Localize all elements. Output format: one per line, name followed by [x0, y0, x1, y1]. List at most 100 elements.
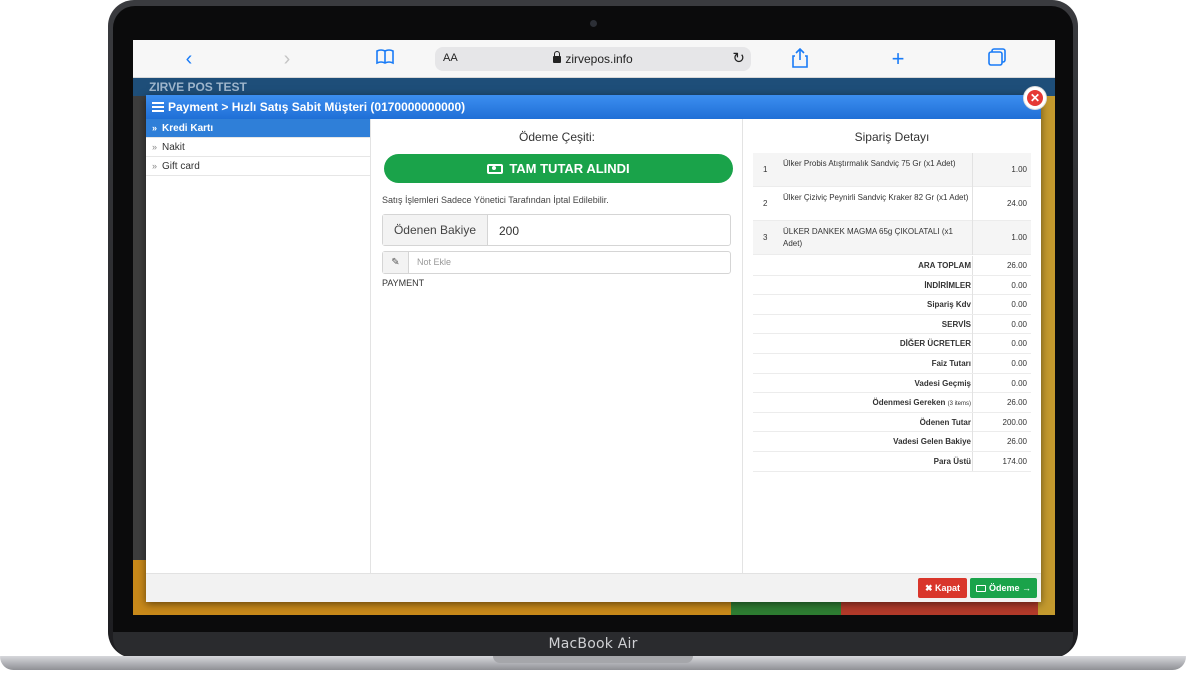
total-row: İNDİRİMLER 0.00	[753, 275, 1031, 296]
total-value: 0.00	[1011, 319, 1027, 329]
order-totals: ARA TOPLAM 26.00 İNDİRİMLER 0.00 Sipariş K…	[753, 256, 1031, 472]
sidebar-item-label: Gift card	[162, 161, 200, 172]
item-qty: 1.00	[1011, 233, 1027, 242]
total-label: Sipariş Kdv	[926, 300, 971, 310]
sidebar-item-gift-card[interactable]: » Gift card	[146, 157, 370, 176]
background-strip-left	[133, 560, 147, 615]
order-detail-panel: Sipariş Detayı 1 Ülker Probis Atıştırmal…	[743, 119, 1041, 573]
payment-methods-sidebar: » Kredi Kartı » Nakit » Gift card	[146, 119, 371, 573]
note-field: ✎ Not Ekle	[382, 251, 731, 274]
total-value: 174.00	[1002, 456, 1027, 466]
modal-title: Payment > Hızlı Satış Sabit Müşteri (017…	[168, 100, 466, 114]
total-row: Ödenmesi Gereken (3 items) 26.00	[753, 393, 1031, 413]
item-name: ÜLKER DANKEK MAGMA 65g ÇIKOLATALI (x1 Ad…	[783, 227, 953, 248]
share-icon[interactable]	[789, 47, 811, 70]
total-value: 26.00	[1006, 437, 1027, 447]
full-amount-label: TAM TUTAR ALINDI	[509, 161, 630, 176]
total-value: 0.00	[1011, 280, 1027, 290]
laptop-notch	[493, 656, 693, 663]
order-item-row: 1 Ülker Probis Atıştırmalık Sandviç 75 G…	[753, 153, 1031, 187]
modal-footer: ✖ Kapat Ödeme →	[146, 573, 1041, 602]
item-number: 1	[763, 165, 768, 174]
order-item-row: 2 Ülker Çiziviç Peynirli Sandviç Kraker …	[753, 187, 1031, 221]
total-row: ARA TOPLAM 26.00	[753, 256, 1031, 276]
total-label: İNDİRİMLER	[924, 280, 971, 290]
total-label: ARA TOPLAM	[918, 261, 971, 270]
item-qty: 1.00	[1011, 165, 1027, 174]
url-text: zirvepos.info	[435, 51, 751, 66]
camera	[590, 20, 597, 27]
cancel-notice: Satış İşlemleri Sadece Yönetici Tarafınd…	[382, 195, 609, 205]
total-label: DİĞER ÜCRETLER	[899, 339, 971, 349]
item-number: 2	[763, 199, 768, 208]
total-label: Para Üstü	[933, 456, 971, 466]
item-number: 3	[763, 233, 768, 242]
pencil-icon: ✎	[383, 252, 409, 273]
background-app-header	[133, 78, 1055, 96]
address-bar[interactable]: AA zirvepos.info ↻	[435, 47, 751, 71]
tabs-icon[interactable]	[986, 48, 1008, 70]
total-label: Vadesi Geçmiş	[914, 378, 971, 388]
sidebar-item-nakit[interactable]: » Nakit	[146, 138, 370, 157]
close-button[interactable]: ✖ Kapat	[918, 578, 967, 598]
total-row: Faiz Tutarı 0.00	[753, 353, 1031, 374]
balance-field: Ödenen Bakiye 200	[382, 214, 731, 246]
money-icon	[487, 164, 504, 174]
total-row: Sipariş Kdv 0.00	[753, 295, 1031, 315]
item-name: Ülker Çiziviç Peynirli Sandviç Kraker 82…	[783, 193, 969, 202]
chevron-right-icon: »	[152, 161, 158, 171]
pay-button[interactable]: Ödeme →	[970, 578, 1037, 598]
reload-icon[interactable]: ↻	[732, 49, 745, 67]
total-row: SERVİS 0.00	[753, 314, 1031, 335]
total-value: 0.00	[1011, 300, 1027, 310]
forward-icon[interactable]: ›	[276, 48, 298, 70]
total-row: Ödenen Tutar 200.00	[753, 412, 1031, 433]
screen: ‹ › AA zirvepos.info ↻ + ZIRVE POS TEST …	[133, 40, 1055, 615]
total-value: 0.00	[1011, 358, 1027, 368]
modal-close-icon[interactable]: ✕	[1024, 87, 1046, 109]
order-items: 1 Ülker Probis Atıştırmalık Sandviç 75 G…	[753, 153, 1031, 255]
total-value: 26.00	[1006, 261, 1027, 270]
total-row: DİĞER ÜCRETLER 0.00	[753, 334, 1031, 354]
close-button-label: Kapat	[935, 583, 961, 593]
total-label: Ödenen Tutar	[919, 417, 971, 427]
total-label: Ödenmesi Gereken (3 items)	[872, 398, 972, 408]
total-label: Faiz Tutarı	[931, 358, 971, 368]
note-input[interactable]: Not Ekle	[417, 257, 451, 267]
back-icon[interactable]: ‹	[178, 48, 200, 70]
bookmarks-icon[interactable]	[374, 48, 396, 70]
balance-label: Ödenen Bakiye	[383, 215, 488, 245]
full-amount-button[interactable]: TAM TUTAR ALINDI	[384, 154, 733, 183]
total-value: 26.00	[1006, 398, 1027, 408]
balance-input[interactable]: 200	[499, 224, 719, 238]
modal-header: Payment > Hızlı Satış Sabit Müşteri (017…	[146, 95, 1041, 119]
total-value: 0.00	[1011, 378, 1027, 388]
chevron-right-icon: »	[152, 123, 158, 133]
order-heading: Sipariş Detayı	[854, 130, 930, 144]
new-tab-icon[interactable]: +	[887, 48, 909, 70]
url-label: zirvepos.info	[565, 52, 633, 66]
order-item-row: 3 ÜLKER DANKEK MAGMA 65g ÇIKOLATALI (x1 …	[753, 221, 1031, 255]
browser-toolbar: ‹ › AA zirvepos.info ↻ +	[133, 40, 1055, 78]
sidebar-item-label: Kredi Kartı	[162, 123, 214, 134]
background-app-title: ZIRVE POS TEST	[149, 80, 247, 94]
pay-button-label: Ödeme →	[988, 583, 1031, 593]
total-row: Vadesi Gelen Bakiye 26.00	[753, 432, 1031, 452]
total-label: SERVİS	[941, 319, 971, 329]
items-count-note: (3 items)	[947, 401, 971, 408]
total-row: Para Üstü 174.00	[753, 451, 1031, 472]
list-icon	[152, 102, 164, 112]
total-value: 0.00	[1011, 339, 1027, 349]
device-label: MacBook Air	[548, 636, 638, 652]
close-icon: ✖	[924, 583, 936, 593]
total-value: 200.00	[1002, 417, 1027, 427]
total-row: Vadesi Geçmiş 0.00	[753, 373, 1031, 394]
payment-modal: Payment > Hızlı Satış Sabit Müşteri (017…	[146, 95, 1041, 602]
payment-panel: Ödeme Çeşiti: TAM TUTAR ALINDI Satış İşl…	[371, 119, 743, 573]
item-qty: 24.00	[1006, 199, 1027, 208]
payment-type-label: PAYMENT	[382, 278, 425, 288]
money-icon	[975, 585, 986, 592]
sidebar-item-label: Nakit	[162, 142, 185, 153]
payment-heading: Ödeme Çeşiti:	[518, 130, 596, 144]
sidebar-item-kredi-karti[interactable]: » Kredi Kartı	[146, 119, 370, 138]
